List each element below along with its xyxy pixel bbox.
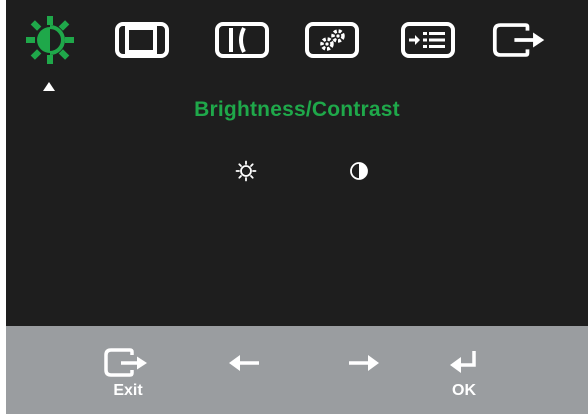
tab-brightness[interactable] xyxy=(22,12,78,68)
contrast-option[interactable] xyxy=(348,160,370,182)
sun-icon xyxy=(235,160,257,182)
ok-button[interactable]: OK xyxy=(444,346,484,400)
brightness-option[interactable] xyxy=(235,160,257,182)
options-icon xyxy=(401,22,455,58)
left-button[interactable] xyxy=(226,350,262,376)
control-bar: Exit OK xyxy=(6,326,588,414)
tab-image-properties[interactable] xyxy=(304,12,360,68)
menu-tab-bar xyxy=(6,12,588,72)
arrow-right-icon xyxy=(349,355,379,371)
exit-label: Exit xyxy=(113,382,143,399)
image-properties-icon xyxy=(305,22,359,58)
arrow-left-icon xyxy=(229,355,259,371)
image-position-icon xyxy=(115,22,169,58)
tab-image-position[interactable] xyxy=(114,12,170,68)
brightness-icon xyxy=(26,16,74,64)
contrast-icon xyxy=(350,162,368,180)
exit-icon xyxy=(492,23,545,57)
enter-icon xyxy=(450,351,476,373)
right-button[interactable] xyxy=(346,350,382,376)
tab-options[interactable] xyxy=(400,12,456,68)
menu-title: Brightness/Contrast xyxy=(194,98,400,121)
exit-button[interactable]: Exit xyxy=(102,346,154,400)
tab-image-setup[interactable] xyxy=(214,12,270,68)
osd-menu: Brightness/Contrast Exit OK xyxy=(6,0,588,414)
selected-tab-indicator xyxy=(43,82,55,91)
exit-icon xyxy=(104,348,147,377)
tab-exit[interactable] xyxy=(492,12,548,68)
ok-label: OK xyxy=(452,382,476,399)
image-setup-icon xyxy=(215,22,269,58)
